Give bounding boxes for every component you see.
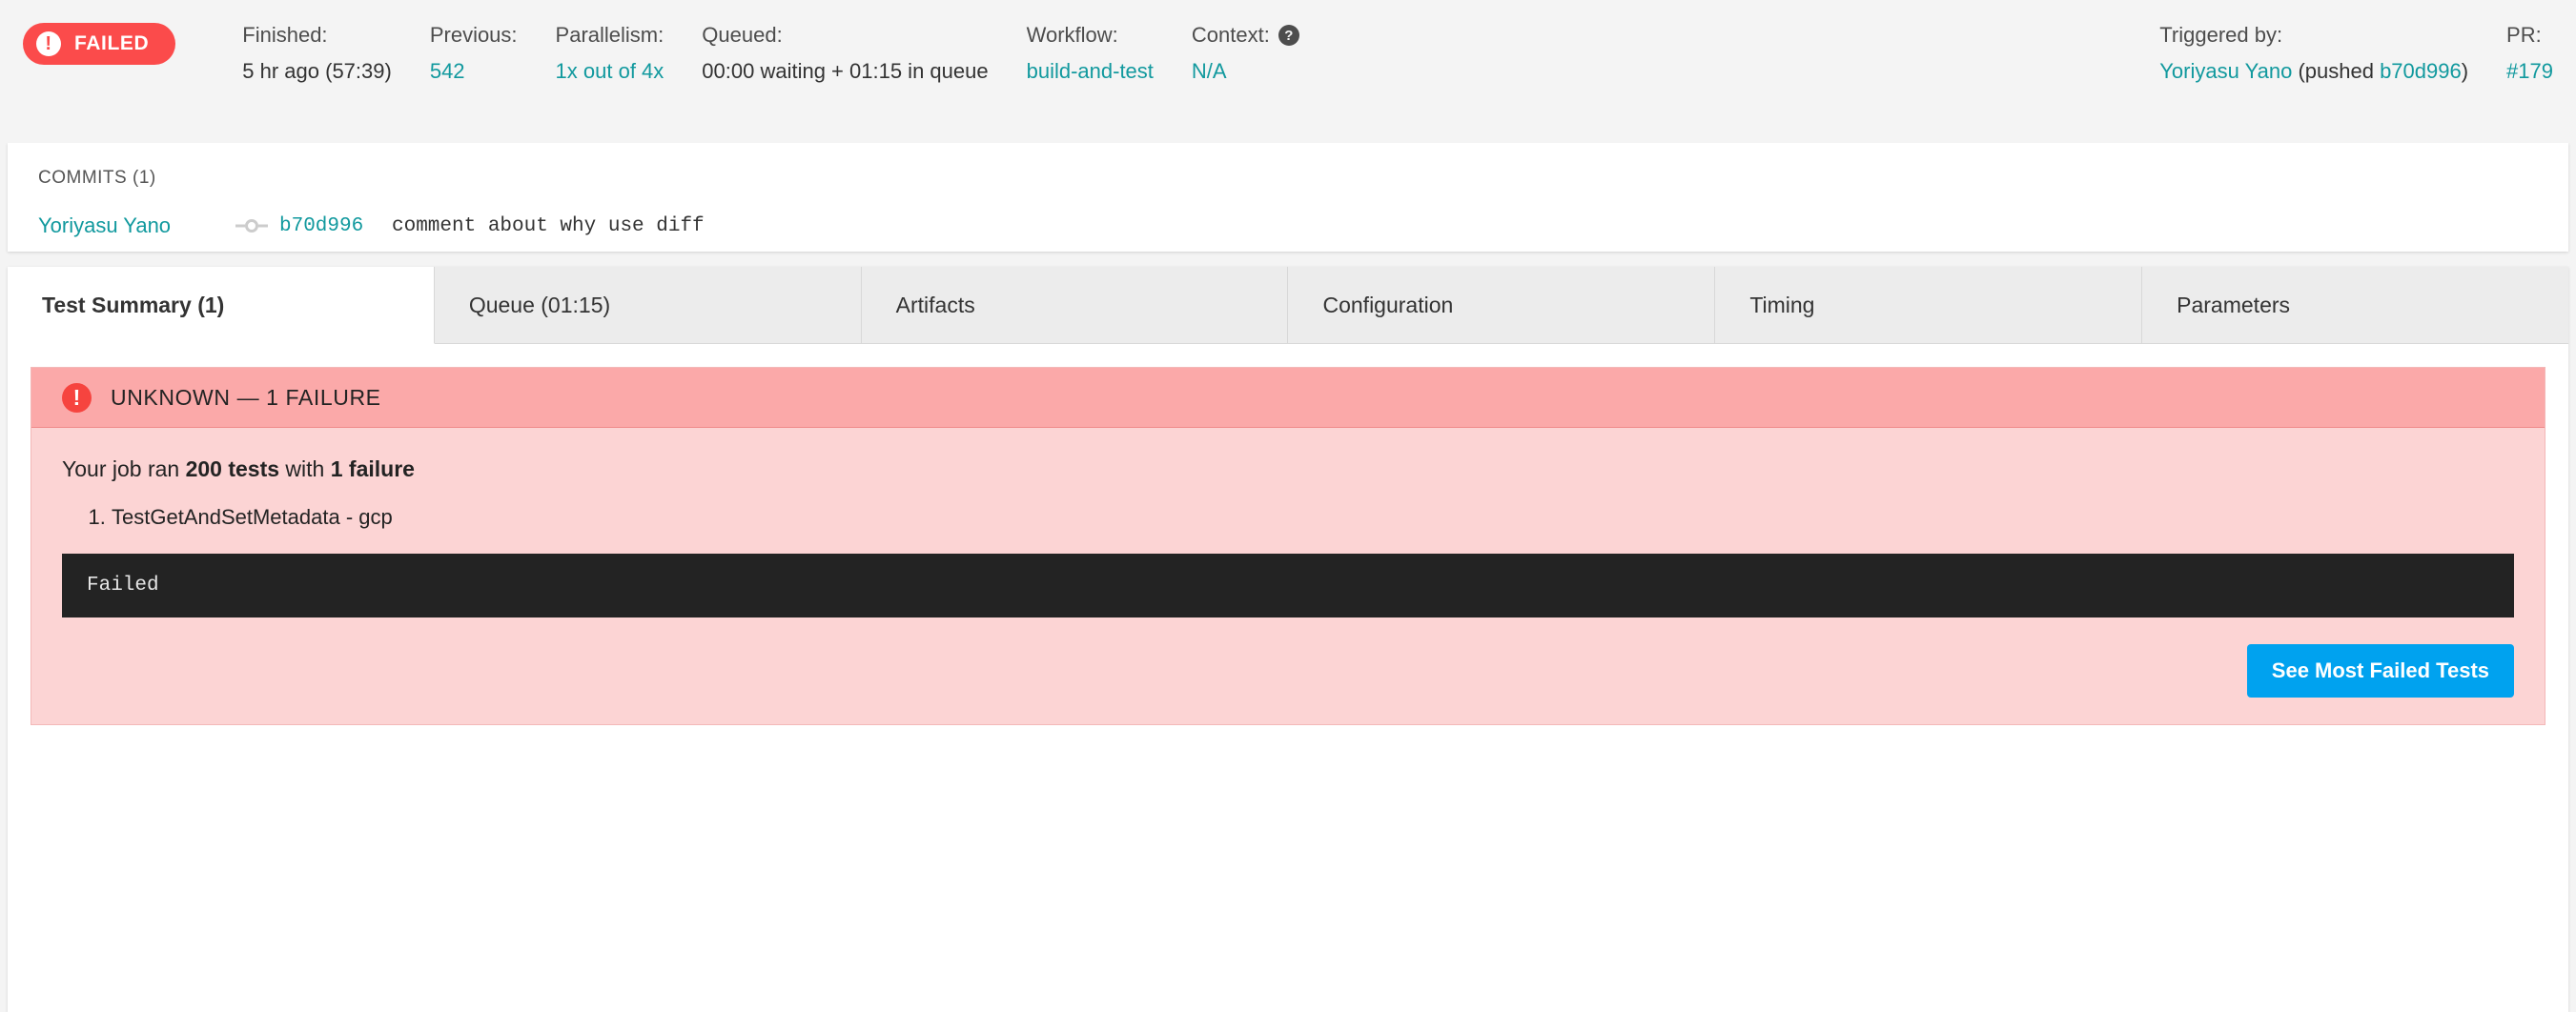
failed-test-list: TestGetAndSetMetadata - gcp [62,503,2514,533]
meta-context-label-text: Context: [1191,23,1270,47]
tab-bar: Test Summary (1) Queue (01:15) Artifacts… [8,267,2568,344]
test-failure-alert: ! UNKNOWN — 1 FAILURE Your job ran 200 t… [31,367,2545,725]
meta-triggered-by-label: Triggered by: [2159,23,2283,47]
tab-artifacts[interactable]: Artifacts [861,267,1289,343]
triggered-by-user-link[interactable]: Yoriyasu Yano [2159,59,2292,83]
exclamation-circle-icon: ! [36,31,61,56]
see-most-failed-tests-button[interactable]: See Most Failed Tests [2246,643,2514,698]
meta-triggered-by: Triggered by: Yoriyasu Yano (pushed b70d… [2159,23,2468,84]
build-detail-card: Test Summary (1) Queue (01:15) Artifacts… [8,267,2568,1012]
meta-triggered-by-value: Yoriyasu Yano (pushed b70d996) [2159,59,2468,84]
summary-failure-count: 1 failure [330,456,415,481]
commit-row: Yoriyasu Yano b70d996 comment about why … [38,213,2538,238]
alert-header: ! UNKNOWN — 1 FAILURE [31,368,2545,428]
commit-author-link[interactable]: Yoriyasu Yano [38,213,224,238]
tab-test-summary[interactable]: Test Summary (1) [8,267,435,344]
status-badge-label: FAILED [74,32,150,54]
pushed-suffix: ) [2461,59,2469,83]
meta-workflow: Workflow: build-and-test [1027,23,1154,84]
meta-pr-label: PR: [2506,23,2542,47]
pushed-prefix: (pushed [2292,59,2381,83]
summary-prefix: Your job ran [62,456,186,481]
meta-queued: Queued: 00:00 waiting + 01:15 in queue [702,23,988,84]
meta-workflow-label: Workflow: [1026,23,1118,47]
meta-context-label: Context: ? [1192,23,1299,48]
failure-output-block: Failed [62,553,2514,617]
meta-queued-label: Queued: [702,23,783,47]
build-header-row: ! FAILED Finished: 5 hr ago (57:39) Prev… [23,0,2553,84]
meta-finished: Finished: 5 hr ago (57:39) [242,23,392,84]
summary-test-count: 200 tests [185,456,280,481]
build-meta-group: Finished: 5 hr ago (57:39) Previous: 542… [242,23,2553,84]
meta-queued-value: 00:00 waiting + 01:15 in queue [702,59,989,83]
meta-context: Context: ? N/A [1192,23,1299,84]
tab-timing[interactable]: Timing [1715,267,2143,343]
build-header: ! FAILED Finished: 5 hr ago (57:39) Prev… [0,0,2576,143]
list-item: TestGetAndSetMetadata - gcp [112,503,2514,533]
meta-pr: PR: #179 [2506,23,2553,84]
status-badge: ! FAILED [23,23,176,65]
previous-build-link[interactable]: 542 [430,59,465,83]
alert-body: Your job ran 200 tests with 1 failure Te… [31,428,2545,724]
context-link[interactable]: N/A [1192,59,1227,83]
pr-link[interactable]: #179 [2506,59,2553,83]
exclamation-circle-icon: ! [62,382,92,413]
commits-card: COMMITS (1) Yoriyasu Yano b70d996 commen… [8,143,2568,252]
tab-configuration[interactable]: Configuration [1288,267,1716,343]
meta-previous-label: Previous: [429,23,518,47]
tab-parameters[interactable]: Parameters [2142,267,2568,343]
commits-title: COMMITS (1) [38,168,156,188]
commit-subject: comment about why use diff [392,214,705,237]
parallelism-link[interactable]: 1x out of 4x [556,59,664,83]
alert-header-text: UNKNOWN — 1 FAILURE [111,384,381,410]
meta-parallelism: Parallelism: 1x out of 4x [556,23,664,84]
pushed-sha-link[interactable]: b70d996 [2380,59,2462,83]
meta-finished-label: Finished: [242,23,328,47]
meta-parallelism-label: Parallelism: [555,23,664,47]
commit-sha-link[interactable]: b70d996 [279,215,392,237]
git-commit-icon [224,218,279,233]
alert-actions: See Most Failed Tests [62,643,2514,698]
test-run-summary: Your job ran 200 tests with 1 failure [62,456,2514,482]
meta-previous: Previous: 542 [430,23,518,84]
tab-queue[interactable]: Queue (01:15) [434,267,862,343]
meta-finished-value: 5 hr ago (57:39) [242,59,392,83]
summary-middle: with [279,456,331,481]
workflow-link[interactable]: build-and-test [1027,59,1154,83]
help-question-icon[interactable]: ? [1278,25,1299,46]
